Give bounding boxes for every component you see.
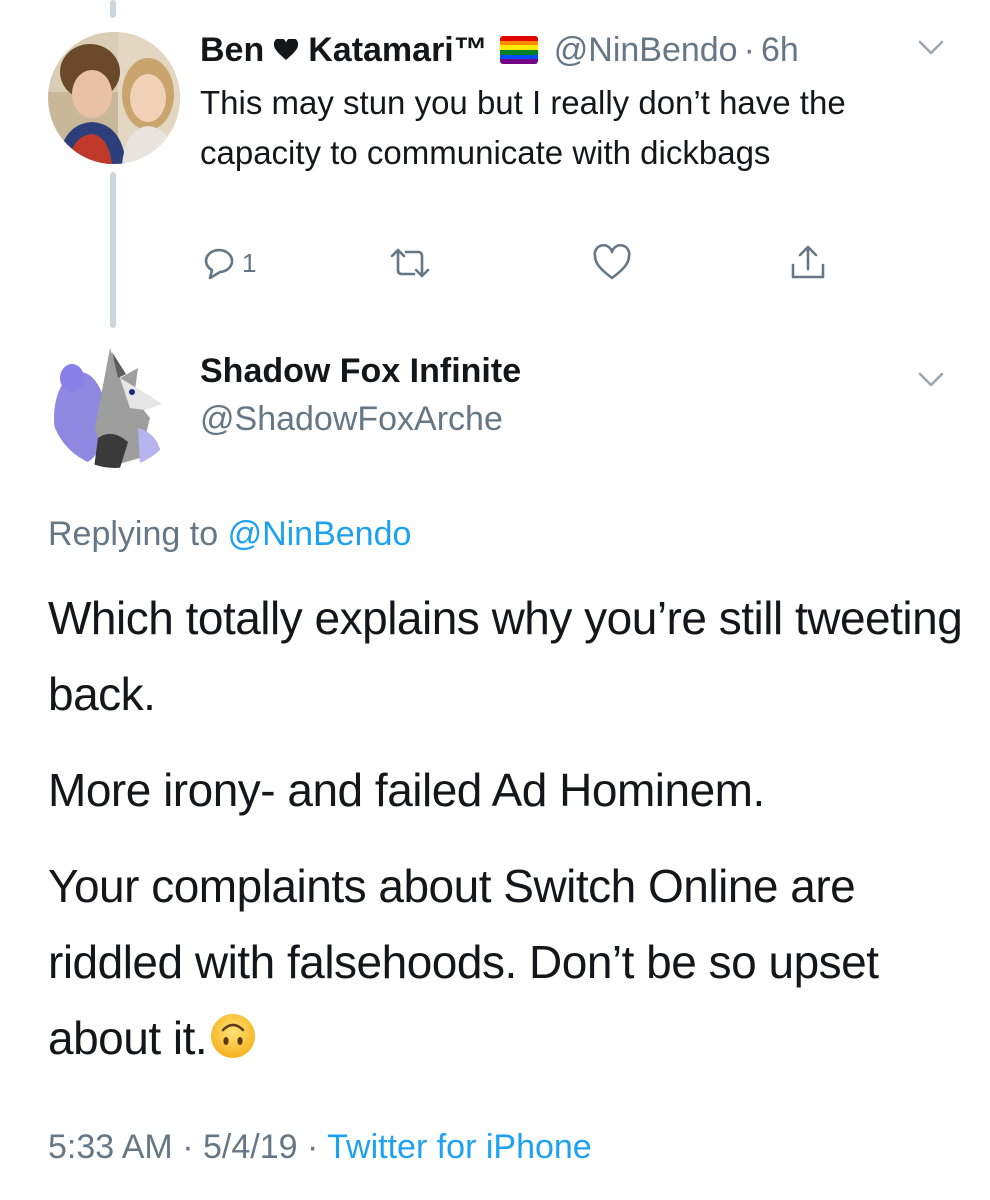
display-name[interactable]: Shadow Fox Infinite [200, 352, 521, 391]
display-name[interactable]: Ben [200, 31, 264, 70]
chevron-down-icon[interactable] [914, 362, 948, 396]
avatar[interactable] [48, 32, 180, 164]
separator: · [743, 30, 755, 69]
reply-icon [200, 244, 238, 282]
user-handle[interactable]: @NinBendo [554, 31, 738, 70]
tweet-paragraph-text: Your complaints about Switch Online are … [48, 860, 879, 1064]
upside-down-face-emoji [209, 1006, 257, 1058]
rainbow-flag-icon [499, 36, 538, 64]
tweet-meta: 5:33 AM · 5/4/19 · Twitter for iPhone [48, 1128, 592, 1167]
tweet-paragraph: Which totally explains why you’re still … [48, 592, 963, 720]
avatar[interactable] [50, 338, 180, 468]
reply-button[interactable]: 1 [200, 240, 256, 286]
share-button[interactable] [788, 240, 828, 286]
black-heart-icon [274, 31, 299, 70]
heart-icon [592, 244, 632, 282]
retweet-button[interactable] [388, 240, 432, 286]
retweet-icon [388, 244, 432, 282]
timestamp[interactable]: 6h [761, 31, 799, 70]
tweet-header: Ben Katamari™ @NinBendo · 6h [200, 26, 799, 74]
replying-prefix: Replying to [48, 515, 219, 553]
mention-link[interactable]: @NinBendo [228, 515, 412, 553]
thread-line-top [110, 0, 116, 18]
separator: · [306, 1128, 319, 1166]
tweet-date: 5/4/19 [202, 1128, 298, 1166]
tweet-paragraph: More irony- and failed Ad Hominem. [48, 764, 765, 816]
source-link[interactable]: Twitter for iPhone [327, 1128, 592, 1166]
tweet-paragraph: Your complaints about Switch Online are … [48, 848, 968, 1076]
chevron-down-icon[interactable] [914, 30, 948, 64]
like-button[interactable] [592, 240, 632, 286]
tweet-text: Which totally explains why you’re still … [48, 580, 968, 1096]
display-name-suffix[interactable]: Katamari™ [308, 31, 488, 70]
tweet-time: 5:33 AM [48, 1128, 173, 1166]
replying-to: Replying to @NinBendo [48, 515, 411, 554]
tweet-text: This may stun you but I really don’t hav… [200, 84, 846, 171]
thread-line-bottom [110, 172, 116, 328]
user-handle[interactable]: @ShadowFoxArche [200, 400, 503, 439]
reply-count: 1 [242, 247, 257, 278]
separator: · [182, 1128, 194, 1166]
share-icon [788, 243, 828, 283]
